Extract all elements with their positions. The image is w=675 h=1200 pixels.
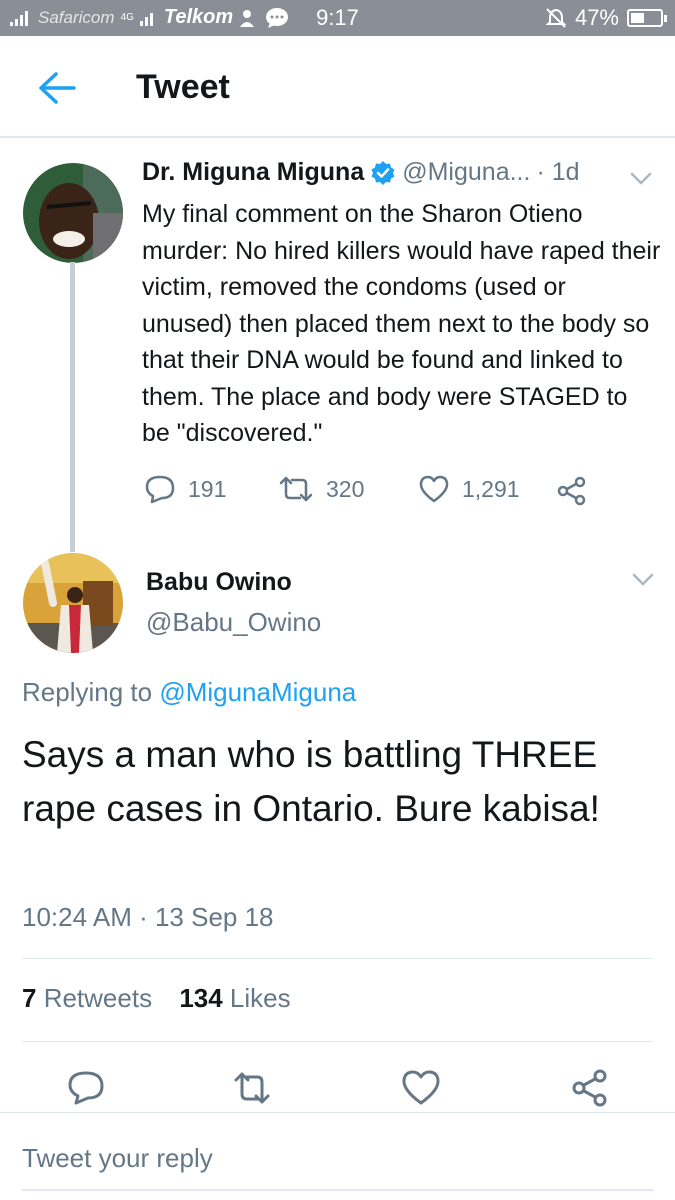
page-title: Tweet — [136, 68, 230, 106]
retweet-icon[interactable] — [232, 1068, 272, 1108]
likes-count: 134 — [179, 983, 223, 1013]
share-icon[interactable] — [570, 1068, 610, 1108]
verified-badge-icon — [371, 160, 395, 185]
reply-icon — [145, 475, 175, 504]
heart-icon — [419, 475, 449, 503]
reply-composer[interactable]: Tweet your reply — [0, 1112, 675, 1200]
avatar-image — [23, 553, 123, 653]
retweet-count: 320 — [326, 475, 365, 502]
share-icon[interactable] — [556, 476, 588, 506]
status-bar: Safaricom 4G Telkom 9:17 47% — [0, 0, 675, 36]
divider — [22, 958, 653, 959]
status-right: 47% — [545, 5, 667, 31]
retweet-icon — [279, 476, 313, 502]
battery-percent: 47% — [574, 5, 619, 30]
avatar-babu[interactable] — [23, 553, 123, 653]
reply-underline — [22, 1189, 653, 1191]
chevron-down-icon[interactable] — [630, 172, 652, 186]
back-arrow-icon[interactable] — [36, 70, 76, 106]
tweet-stats: 7 Retweets 134 Likes — [22, 983, 291, 1014]
likes-label: Likes — [222, 983, 291, 1013]
like-action[interactable]: 1,291 — [418, 474, 520, 504]
silent-bell-icon — [545, 8, 567, 28]
retweets-label: Retweets — [36, 983, 153, 1013]
parent-tweet-actions: 191 320 1,291 — [142, 474, 612, 514]
main-author-name[interactable]: Babu Owino — [146, 568, 292, 597]
parent-tweet-text: My final comment on the Sharon Otieno mu… — [142, 200, 661, 447]
main-tweet-actions — [0, 1062, 675, 1112]
parent-author-handle[interactable]: @Miguna... — [402, 158, 530, 187]
divider — [22, 1041, 653, 1042]
reply-action[interactable]: 191 — [144, 474, 226, 504]
reply-input[interactable]: Tweet your reply — [22, 1143, 213, 1174]
retweets-count: 7 — [22, 983, 37, 1013]
parent-author-name[interactable]: Dr. Miguna Miguna — [142, 158, 364, 187]
thread-line — [70, 262, 75, 552]
retweets-stat[interactable]: 7 Retweets — [22, 983, 152, 1013]
like-count: 1,291 — [462, 475, 520, 502]
parent-tweet-age: · 1d — [536, 158, 580, 186]
replying-to-prefix: Replying to — [22, 677, 160, 707]
retweet-action[interactable]: 320 — [278, 474, 364, 504]
likes-stat[interactable]: 134 Likes — [179, 983, 290, 1013]
main-author-handle[interactable]: @Babu_Owino — [146, 607, 321, 638]
tweet-timestamp: 10:24 AM · 13 Sep 18 — [22, 902, 274, 932]
reply-icon[interactable] — [66, 1068, 106, 1108]
heart-icon[interactable] — [401, 1068, 441, 1108]
chevron-down-icon[interactable] — [632, 573, 654, 587]
parent-tweet-header: Dr. Miguna Miguna @Miguna... · 1d — [142, 158, 580, 187]
avatar-miguna[interactable] — [23, 163, 123, 263]
main-tweet-text: Says a man who is battling THREE rape ca… — [22, 734, 600, 829]
replying-to: Replying to @MigunaMiguna — [22, 677, 356, 708]
app-header: Tweet — [0, 36, 675, 138]
battery-icon — [627, 9, 667, 27]
replying-to-link[interactable]: @MigunaMiguna — [159, 677, 356, 707]
avatar-image — [23, 163, 123, 263]
reply-count: 191 — [188, 475, 227, 502]
